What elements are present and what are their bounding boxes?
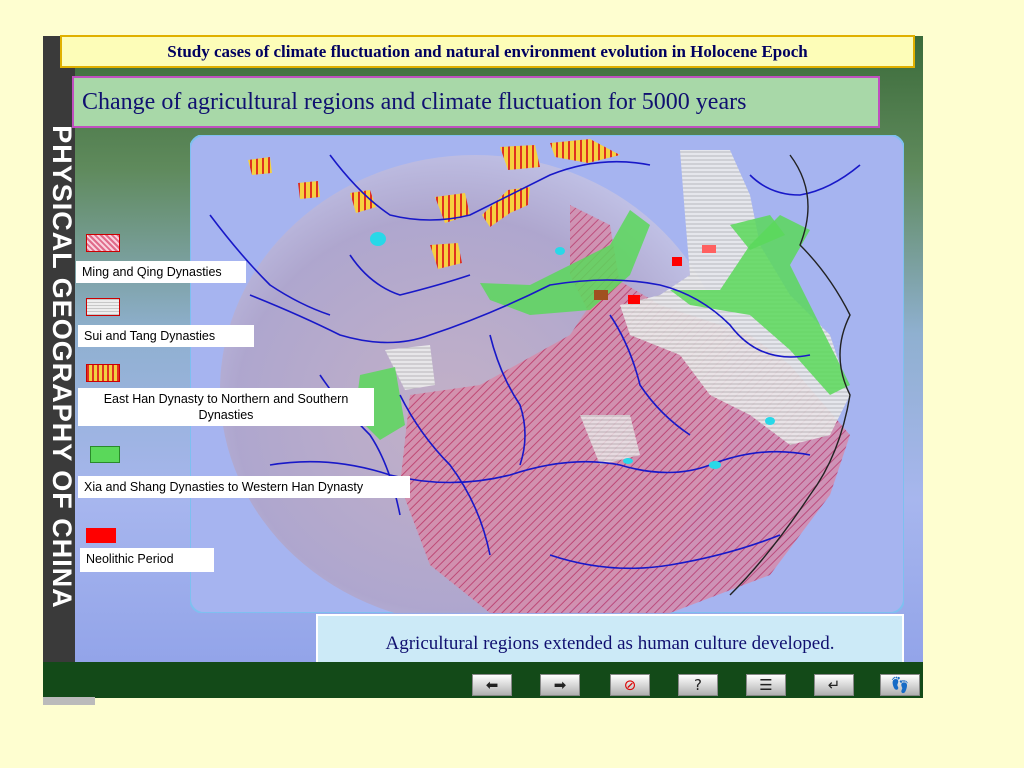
back-arrow-icon[interactable]: ⬅ [472,674,512,696]
legend-label-sui-tang: Sui and Tang Dynasties [78,325,254,347]
legend-swatch-neolithic [86,528,116,543]
legend-swatch-xia-shang [90,446,120,463]
china-agricultural-regions-map [190,135,904,613]
legend-swatch-ming-qing [86,234,120,252]
stop-icon[interactable]: ⊘ [610,674,650,696]
legend-swatch-east-han [86,364,120,382]
side-label: PHYSICAL GEOGRAPHY OF CHINA [47,125,77,609]
page-title: Study cases of climate fluctuation and n… [60,35,915,68]
forward-arrow-icon[interactable]: ➡ [540,674,580,696]
side-band: PHYSICAL GEOGRAPHY OF CHINA [43,36,77,698]
legend-swatch-sui-tang [86,298,120,316]
legend-label-ming-qing: Ming and Qing Dynasties [76,261,246,283]
map-subtitle: Change of agricultural regions and clima… [72,76,880,128]
legend-label-xia-shang: Xia and Shang Dynasties to Western Han D… [78,476,410,498]
return-icon[interactable]: ↵ [814,674,854,696]
footprints-icon[interactable]: 👣 [880,674,920,696]
corner-tab [43,697,95,705]
help-icon[interactable]: ? [678,674,718,696]
legend-label-neolithic: Neolithic Period [80,548,214,572]
menu-icon[interactable]: ☰ [746,674,786,696]
legend-label-east-han: East Han Dynasty to Northern and Souther… [78,388,374,426]
